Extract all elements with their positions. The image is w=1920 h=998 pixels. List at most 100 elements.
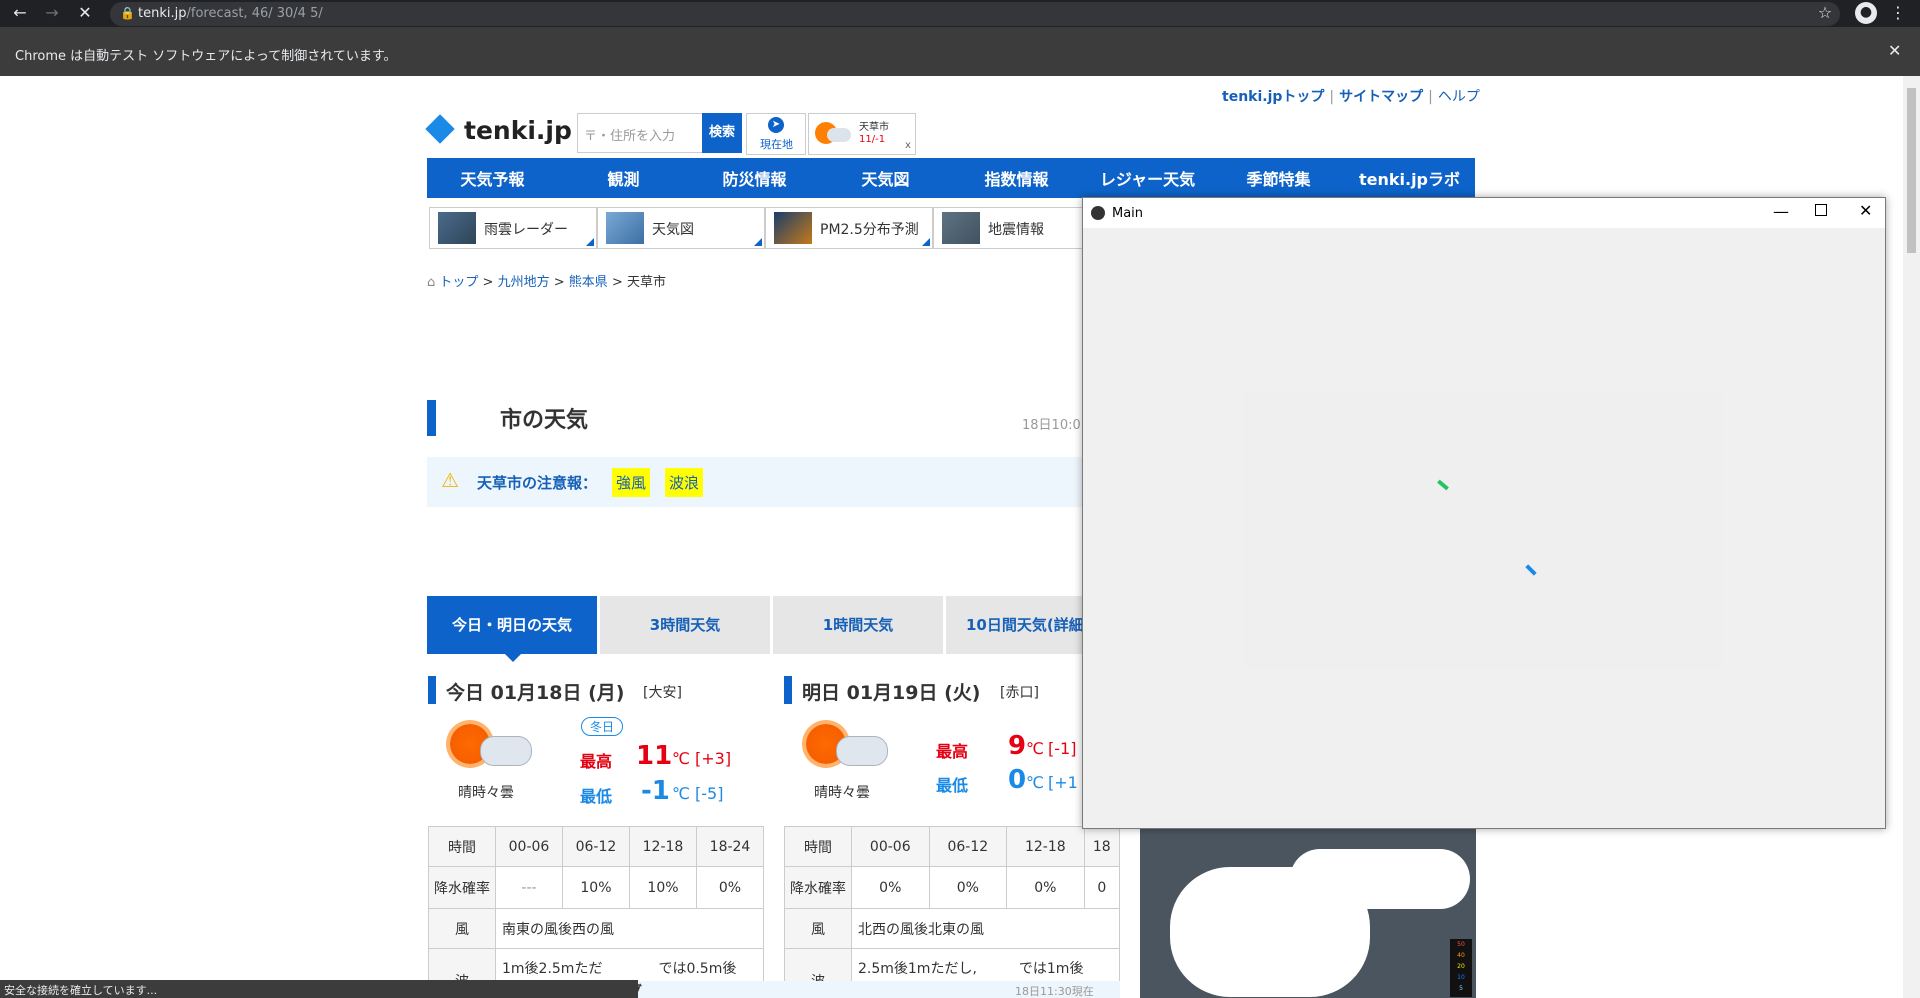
time-header: 時間 <box>428 826 496 867</box>
rain-value: 0% <box>696 866 764 909</box>
main-nav: 天気予報 観測 防災情報 天気図 指数情報 レジャー天気 季節特集 tenki.… <box>427 158 1475 198</box>
mini-forecast-widget[interactable]: 天草市 11/-1 x <box>808 113 916 155</box>
home-icon: ⌂ <box>427 275 436 290</box>
rain-header: 降水確率 <box>784 866 852 909</box>
breadcrumb-kyushu[interactable]: 九州地方 <box>498 275 550 290</box>
nav-item-observation[interactable]: 観測 <box>558 166 689 190</box>
app-title: Main <box>1112 206 1144 221</box>
next-section-updated: 18日11:30現在 <box>1015 985 1094 998</box>
legend-item: 40 <box>1457 952 1465 959</box>
link-help[interactable]: ヘルプ <box>1438 89 1480 105</box>
maximize-icon[interactable] <box>1815 204 1827 216</box>
breadcrumb-kumamoto[interactable]: 熊本県 <box>569 275 608 290</box>
rain-value: 10% <box>561 866 630 909</box>
browser-toolbar: ← → ✕ 🔒 tenki.jp/forecast, 46/ 30/4 5/ ☆… <box>0 0 1920 27</box>
next-section-header: グ 18日11:30現在 <box>620 981 1120 998</box>
subnav-earthquake[interactable]: 地震情報 <box>933 207 1101 249</box>
app-window[interactable]: Main — ✕ <box>1082 197 1886 829</box>
mini-city: 天草市 <box>859 122 889 133</box>
app-icon <box>1091 206 1105 220</box>
subnav-label: 雨雲レーダー <box>484 222 568 238</box>
infobar-close-icon[interactable]: ✕ <box>1888 41 1901 60</box>
close-icon[interactable]: ✕ <box>1859 201 1872 220</box>
tomorrow-table: 時間 00-06 06-12 12-18 18 降水確率 0% 0% 0% 0 風北西の風後北東… <box>784 826 1121 998</box>
search-button[interactable]: 検索 <box>702 113 742 153</box>
nav-item-weather-map[interactable]: 天気図 <box>820 166 951 190</box>
link-top[interactable]: tenki.jpトップ <box>1222 89 1324 105</box>
mini-temps: 11/-1 <box>859 134 886 145</box>
rain-value: 0% <box>851 866 930 909</box>
link-sitemap[interactable]: サイトマップ <box>1339 89 1423 105</box>
wind-value: 北西の風後北東の風 <box>851 908 1120 949</box>
warning-waves[interactable]: 波浪 <box>665 468 704 497</box>
tomorrow-low-diff: [+1 <box>1048 773 1078 792</box>
menu-icon[interactable]: ⋮ <box>1888 3 1908 23</box>
tomorrow-low-unit: ℃ <box>1026 773 1044 792</box>
tomorrow-high: 9 <box>1008 731 1027 761</box>
rain-value: 0 <box>1083 866 1121 909</box>
profile-icon[interactable]: ● <box>1855 2 1877 24</box>
cloud-icon <box>480 736 532 766</box>
legend-item: 10 <box>1457 974 1465 981</box>
tab-today-tomorrow[interactable]: 今日・明日の天気 <box>427 596 597 654</box>
status-text: 安全な接続を確立しています... <box>4 984 158 997</box>
green-marker <box>1437 479 1449 491</box>
radar-legend: 50 40 20 10 5 <box>1450 939 1472 997</box>
top-links: tenki.jpトップ | サイトマップ | ヘルプ <box>1222 89 1480 105</box>
location-arrow-icon: ➤ <box>768 117 784 133</box>
slot: 18-24 <box>696 826 764 867</box>
infobar-text: Chrome は自動テスト ソフトウェアによって制御されています。 <box>15 49 397 64</box>
legend-item: 5 <box>1459 985 1463 992</box>
warning-strong-wind[interactable]: 強風 <box>612 468 651 497</box>
slot: 06-12 <box>928 826 1008 867</box>
today-accent <box>428 676 436 704</box>
tomorrow-low-label: 最低 <box>936 776 969 795</box>
subnav-rain-radar[interactable]: 雨雲レーダー <box>429 207 597 249</box>
subnav-pm25[interactable]: PM2.5分布予測 <box>765 207 933 249</box>
legend-item: 50 <box>1457 941 1465 948</box>
site-logo[interactable]: tenki.jp <box>464 116 572 145</box>
breadcrumb-current: 天草市 <box>626 275 666 290</box>
rain-value: --- <box>495 866 563 909</box>
slot: 12-18 <box>1006 826 1085 867</box>
tomorrow-weather-text: 晴時々曇 <box>814 785 870 801</box>
stop-loading-icon[interactable]: ✕ <box>75 3 95 23</box>
title-accent <box>427 400 436 436</box>
logo-icon <box>425 114 455 144</box>
app-canvas[interactable] <box>1243 393 1723 668</box>
tomorrow-high-label: 最高 <box>936 742 969 761</box>
search-input[interactable]: 〒・住所を入力 <box>577 113 703 153</box>
today-low-label: 最低 <box>580 787 613 806</box>
app-titlebar[interactable]: Main — ✕ <box>1083 198 1885 228</box>
bookmark-star-icon[interactable]: ☆ <box>1815 3 1835 23</box>
tomorrow-rokuyo: [赤口] <box>1000 685 1039 701</box>
subnav-label: PM2.5分布予測 <box>820 222 919 238</box>
today-rokuyo: [大安] <box>643 685 682 701</box>
tomorrow-date: 明日 01月19日 (火) <box>802 682 981 704</box>
forward-icon[interactable]: → <box>42 3 62 23</box>
tomorrow-high-diff: [-1] <box>1048 739 1077 758</box>
back-icon[interactable]: ← <box>10 3 30 23</box>
radar-map[interactable]: 50 40 20 10 5 <box>1140 827 1476 998</box>
nav-item-disaster[interactable]: 防災情報 <box>689 166 820 190</box>
radar-cloud-blob <box>1290 849 1470 909</box>
breadcrumb-top[interactable]: トップ <box>439 275 478 290</box>
nav-item-season[interactable]: 季節特集 <box>1213 166 1344 190</box>
tab-1hour[interactable]: 1時間天気 <box>773 596 943 654</box>
nav-item-lab[interactable]: tenki.jpラボ <box>1344 166 1475 190</box>
minimize-icon[interactable]: — <box>1773 202 1789 221</box>
nav-item-index[interactable]: 指数情報 <box>951 166 1082 190</box>
subnav-weather-map[interactable]: 天気図 <box>597 207 765 249</box>
subnav-label: 地震情報 <box>988 222 1044 238</box>
address-bar[interactable]: 🔒 tenki.jp/forecast, 46/ 30/4 5/ <box>110 2 1840 26</box>
rain-value: 10% <box>628 866 698 909</box>
nav-item-forecast[interactable]: 天気予報 <box>427 166 558 190</box>
slot: 00-06 <box>851 826 930 867</box>
tomorrow-accent <box>784 676 792 704</box>
nav-item-leisure[interactable]: レジャー天気 <box>1082 166 1213 190</box>
location-button[interactable]: ➤ 現在地 <box>746 113 806 155</box>
tab-3hour[interactable]: 3時間天気 <box>600 596 770 654</box>
mini-close-icon[interactable]: x <box>905 140 911 151</box>
scrollbar-thumb[interactable] <box>1907 88 1916 253</box>
scrollbar[interactable] <box>1903 76 1920 998</box>
